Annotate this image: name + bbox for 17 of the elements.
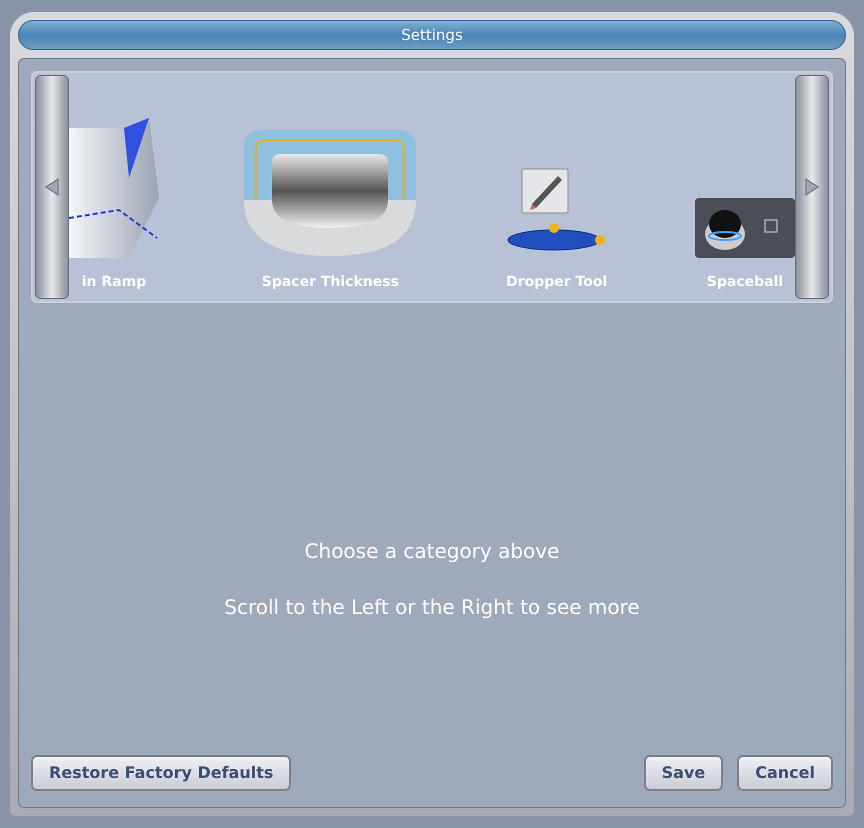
- category-label[interactable]: Spaceball: [706, 272, 784, 293]
- left-triangle-icon: [45, 178, 59, 196]
- category-label[interactable]: in Ramp: [82, 272, 146, 293]
- instruction-text: Scroll to the Left or the Right to see more: [224, 594, 640, 621]
- dialog-button[interactable]: Save: [644, 755, 724, 791]
- right-triangle-icon: [805, 178, 819, 196]
- category-label[interactable]: Dropper Tool: [506, 272, 608, 293]
- window-title: Settings: [401, 24, 463, 46]
- spacer-tooth-icon: [242, 128, 418, 258]
- dialog-button[interactable]: Cancel: [737, 755, 833, 791]
- spaceball-device-icon: [694, 198, 795, 258]
- ramp-surface-icon: [69, 118, 159, 258]
- dialog-button[interactable]: Restore Factory Defaults: [31, 755, 292, 791]
- instruction-text: Choose a category above: [304, 538, 560, 565]
- scroll-left-button[interactable]: [35, 75, 69, 299]
- category-label[interactable]: Spacer Thickness: [262, 272, 399, 293]
- scroll-right-button[interactable]: [795, 75, 829, 299]
